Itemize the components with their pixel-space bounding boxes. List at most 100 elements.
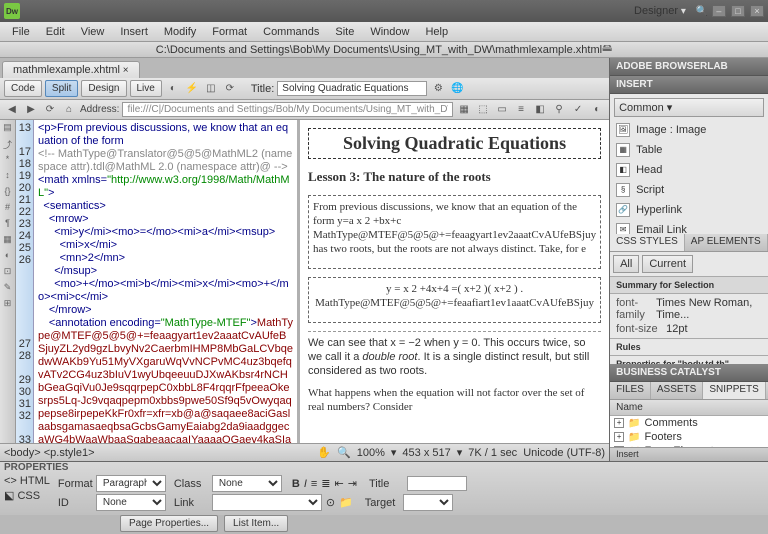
expand-icon[interactable]: +: [614, 432, 624, 442]
tab-snippets[interactable]: SNIPPETS: [703, 382, 765, 399]
tool-icon-6[interactable]: ⚲: [551, 102, 567, 118]
title-input[interactable]: [277, 81, 427, 96]
zoom-tool-icon[interactable]: 🔍: [337, 446, 351, 459]
window-size[interactable]: 453 x 517: [402, 447, 450, 459]
workspace-switcher[interactable]: Designer ▾: [634, 5, 686, 17]
menu-window[interactable]: Window: [362, 24, 417, 40]
maximize-button[interactable]: □: [731, 5, 745, 17]
class-select[interactable]: None: [212, 475, 282, 492]
list-item-button[interactable]: List Item...: [224, 515, 288, 532]
code-tool-icon[interactable]: ¶: [1, 218, 15, 232]
menu-site[interactable]: Site: [327, 24, 362, 40]
code-tool-icon[interactable]: ▤: [1, 122, 15, 136]
indent-icon[interactable]: ⇥: [348, 477, 357, 490]
menu-file[interactable]: File: [4, 24, 38, 40]
code-tool-icon[interactable]: ◐: [1, 250, 15, 264]
files-name-column[interactable]: Name: [610, 400, 768, 416]
css-all-button[interactable]: All: [613, 255, 639, 273]
list-ol-icon[interactable]: ≣: [321, 477, 330, 490]
view-code-button[interactable]: Code: [4, 80, 42, 97]
id-select[interactable]: None: [96, 494, 166, 511]
menu-format[interactable]: Format: [204, 24, 255, 40]
menu-help[interactable]: Help: [417, 24, 456, 40]
tool-icon-1[interactable]: ▦: [456, 102, 472, 118]
code-tool-icon[interactable]: ⊞: [1, 298, 15, 312]
point-to-file-icon[interactable]: ⊙: [326, 496, 335, 509]
home-icon[interactable]: ⌂: [61, 102, 77, 118]
menu-view[interactable]: View: [73, 24, 113, 40]
code-editor[interactable]: <p>From previous discussions, we know th…: [34, 120, 297, 443]
address-input[interactable]: [122, 102, 453, 117]
list-ul-icon[interactable]: ≡: [311, 478, 317, 490]
live-code-icon[interactable]: ⚡: [184, 81, 200, 97]
css-prop-value[interactable]: 12pt: [666, 323, 687, 335]
code-tool-icon[interactable]: *: [1, 154, 15, 168]
menu-insert[interactable]: Insert: [112, 24, 156, 40]
tool-icon-7[interactable]: ✓: [570, 102, 586, 118]
insert-script[interactable]: §Script: [614, 180, 764, 200]
css-prop-value[interactable]: Times New Roman, Time...: [656, 297, 762, 321]
menu-modify[interactable]: Modify: [156, 24, 204, 40]
title-input[interactable]: [407, 476, 467, 491]
format-select[interactable]: Paragraph: [96, 475, 166, 492]
panel-insert[interactable]: INSERT: [610, 76, 768, 94]
view-design-button[interactable]: Design: [81, 80, 126, 97]
hand-tool-icon[interactable]: ✋: [317, 446, 331, 459]
code-tool-icon[interactable]: ⤴: [1, 138, 15, 152]
insert-image[interactable]: 🖼Image : Image: [614, 120, 764, 140]
css-current-button[interactable]: Current: [642, 255, 693, 273]
refresh-icon[interactable]: ⟳: [42, 102, 58, 118]
close-button[interactable]: ×: [750, 5, 764, 17]
code-tool-icon[interactable]: ✎: [1, 282, 15, 296]
view-split-button[interactable]: Split: [45, 80, 78, 97]
code-tool-icon[interactable]: ↕: [1, 170, 15, 184]
tab-css-styles[interactable]: CSS STYLES: [610, 234, 685, 251]
tab-files[interactable]: FILES: [610, 382, 651, 399]
insert-head[interactable]: ◧Head: [614, 160, 764, 180]
expand-icon[interactable]: +: [614, 418, 624, 428]
panel-business-catalyst[interactable]: BUSINESS CATALYST: [610, 364, 768, 382]
target-select[interactable]: [403, 494, 453, 511]
code-tool-icon[interactable]: ▦: [1, 234, 15, 248]
insert-category-dropdown[interactable]: Common ▾: [614, 98, 764, 117]
bold-button[interactable]: B: [292, 478, 300, 490]
back-icon[interactable]: ◀: [4, 102, 20, 118]
code-tool-icon[interactable]: {}: [1, 186, 15, 200]
tool-icon-8[interactable]: ◐: [589, 102, 605, 118]
css-tab[interactable]: ⬕ CSS: [4, 489, 40, 502]
zoom-level[interactable]: 100%: [357, 447, 385, 459]
view-live-button[interactable]: Live: [130, 80, 162, 97]
inspect-icon[interactable]: ◐: [165, 81, 181, 97]
document-tab[interactable]: mathmlexample.xhtml ×: [2, 61, 140, 78]
minimize-button[interactable]: –: [712, 5, 726, 17]
tab-ap-elements[interactable]: AP ELEMENTS: [685, 234, 768, 251]
live-view-icon[interactable]: ◫: [203, 81, 219, 97]
browser-nav-icon[interactable]: ⟳: [222, 81, 238, 97]
tool-icon-3[interactable]: ▭: [494, 102, 510, 118]
tool-icon-2[interactable]: ⬚: [475, 102, 491, 118]
insert-hyperlink[interactable]: 🔗Hyperlink: [614, 200, 764, 220]
page-properties-button[interactable]: Page Properties...: [120, 515, 218, 532]
outdent-icon[interactable]: ⇤: [335, 477, 344, 490]
insert-table[interactable]: ▦Table: [614, 140, 764, 160]
html-tab[interactable]: <> HTML: [4, 475, 50, 487]
tab-assets[interactable]: ASSETS: [651, 382, 703, 399]
forward-icon[interactable]: ▶: [23, 102, 39, 118]
menu-commands[interactable]: Commands: [255, 24, 327, 40]
code-tool-icon[interactable]: #: [1, 202, 15, 216]
italic-button[interactable]: I: [304, 478, 307, 490]
design-view[interactable]: Solving Quadratic Equations Lesson 3: Th…: [300, 120, 609, 443]
file-management-icon[interactable]: ⚙: [430, 81, 446, 97]
properties-header[interactable]: PROPERTIES: [0, 462, 768, 473]
menu-edit[interactable]: Edit: [38, 24, 73, 40]
search-icon[interactable]: 🔍: [694, 3, 710, 19]
panel-browserlab[interactable]: ADOBE BROWSERLAB: [610, 58, 768, 76]
preview-icon[interactable]: 🌐: [449, 81, 465, 97]
link-select[interactable]: [212, 494, 322, 511]
tool-icon-5[interactable]: ◧: [532, 102, 548, 118]
tree-item[interactable]: +📁 Footers: [610, 430, 768, 444]
tree-item[interactable]: +📁 Comments: [610, 416, 768, 430]
code-tool-icon[interactable]: ⊡: [1, 266, 15, 280]
tag-selector[interactable]: <body> <p.style1>: [4, 447, 95, 459]
tool-icon-4[interactable]: ≡: [513, 102, 529, 118]
